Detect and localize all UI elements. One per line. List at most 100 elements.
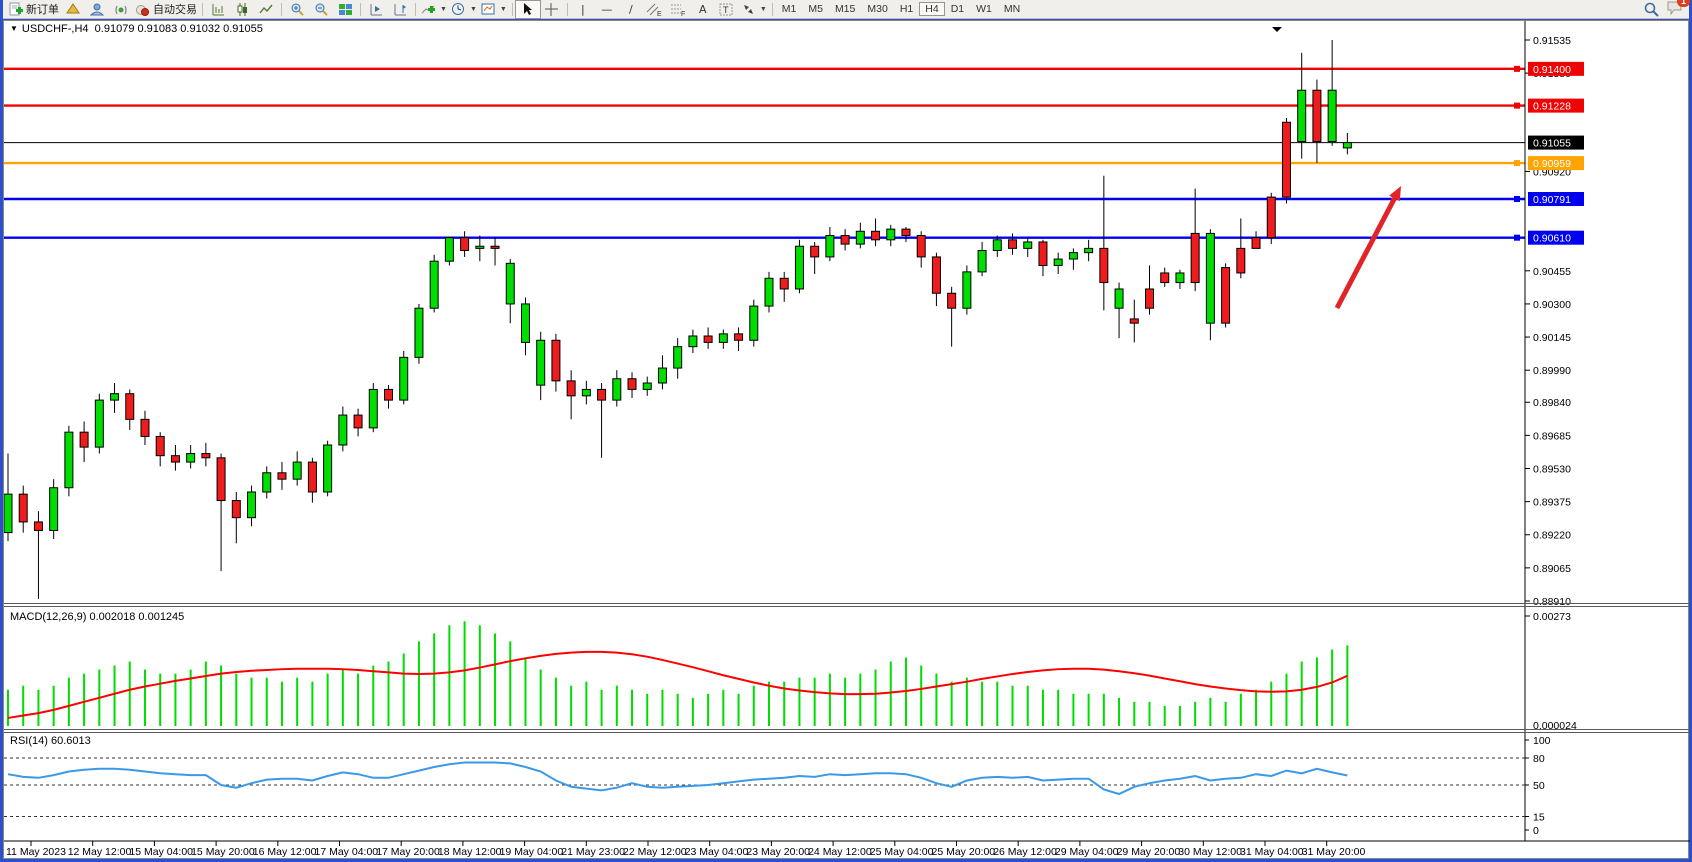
candle-body: [811, 246, 819, 257]
candle-body: [917, 236, 925, 257]
styles-button[interactable]: [61, 1, 85, 18]
indicators-icon: [421, 2, 436, 17]
candle-body: [476, 246, 484, 248]
price-tick-label: 0.89990: [1533, 365, 1571, 377]
label-tool-button[interactable]: T: [715, 1, 739, 18]
candle-body: [1237, 248, 1245, 273]
time-tick-label: 23 May 04:00: [685, 846, 749, 858]
line-handle[interactable]: [1514, 196, 1520, 202]
notifications-button[interactable]: 1: [1667, 0, 1683, 20]
candle-body: [1039, 242, 1047, 266]
candle-body: [902, 229, 910, 235]
indicators-button[interactable]: ▼: [419, 1, 449, 18]
line-handle[interactable]: [1514, 103, 1520, 109]
price-tick-label: 0.91535: [1533, 35, 1571, 47]
timeframe-button-mn[interactable]: MN: [998, 2, 1026, 16]
timeframe-button-d1[interactable]: D1: [945, 2, 970, 16]
text-tool-button[interactable]: A: [691, 1, 715, 18]
rsi-tick-label: 15: [1533, 812, 1545, 824]
price-tick-label: 0.90455: [1533, 266, 1571, 278]
svg-text:F: F: [681, 11, 685, 17]
vertical-line-tool-button[interactable]: |: [571, 1, 595, 18]
periods-button[interactable]: ▼: [449, 1, 479, 18]
price-tick-label: 0.89530: [1533, 463, 1571, 475]
candle-body: [582, 389, 590, 395]
candle-body: [978, 251, 986, 272]
toolbar-separator: [512, 3, 513, 16]
chevron-down-icon: ▼: [760, 6, 767, 13]
line-chart-button[interactable]: [254, 1, 278, 18]
tile-windows-button[interactable]: [333, 1, 357, 18]
timeframe-button-w1[interactable]: W1: [970, 2, 998, 16]
chevron-down-icon: ▼: [470, 6, 477, 13]
candle-body: [156, 436, 164, 455]
timeframe-button-m30[interactable]: M30: [861, 2, 893, 16]
candle-body: [111, 394, 119, 400]
search-icon[interactable]: [1644, 2, 1659, 17]
time-tick-label: 25 May 20:00: [932, 846, 996, 858]
candlestick-chart-icon: [235, 2, 250, 17]
price-badge-label: 0.91400: [1533, 64, 1571, 76]
trendline-tool-button[interactable]: /: [619, 1, 643, 18]
candle-body: [324, 445, 332, 492]
signal-icon: [114, 2, 129, 17]
profile-button[interactable]: [85, 1, 109, 18]
price-tick-label: 0.89685: [1533, 430, 1571, 442]
auto-scroll-button[interactable]: [364, 1, 388, 18]
arrows-tool-button[interactable]: ▼: [739, 1, 769, 18]
line-handle[interactable]: [1514, 235, 1520, 241]
time-tick-label: 12 May 12:00: [68, 846, 132, 858]
cursor-tool-button[interactable]: [516, 1, 540, 18]
candle-body: [1252, 238, 1260, 249]
candle-body: [1161, 273, 1169, 283]
horizontal-line-tool-button[interactable]: —: [595, 1, 619, 18]
crosshair-tool-button[interactable]: [540, 1, 564, 18]
timeframe-button-m1[interactable]: M1: [776, 2, 803, 16]
line-handle[interactable]: [1514, 160, 1520, 166]
cursor-icon: [520, 2, 535, 17]
candle-body: [1328, 90, 1336, 141]
autotrading-button[interactable]: 自动交易: [133, 1, 199, 18]
chart-shift-button[interactable]: [388, 1, 412, 18]
candle-body: [948, 293, 956, 308]
candle-body: [1222, 268, 1230, 324]
candle-body: [354, 415, 362, 428]
candle-body: [1009, 240, 1017, 249]
timeframe-button-h4[interactable]: H4: [919, 2, 944, 16]
annotation-arrow[interactable]: [1337, 198, 1394, 308]
candle-body: [4, 494, 12, 532]
new-order-button[interactable]: 新订单: [6, 1, 61, 18]
candle-body: [750, 306, 758, 340]
candle-body: [872, 231, 880, 240]
price-badge-label: 0.91228: [1533, 101, 1571, 113]
zoom-out-button[interactable]: [309, 1, 333, 18]
scroll-end-marker[interactable]: [1272, 27, 1282, 32]
candle-body: [430, 261, 438, 308]
chart-canvas[interactable]: 0.915350.913800.909200.904550.903000.901…: [4, 21, 1690, 860]
rsi-line: [8, 763, 1347, 795]
channel-tool-button[interactable]: E: [643, 1, 667, 18]
timeframe-button-m15[interactable]: M15: [829, 2, 861, 16]
candlestick-chart-button[interactable]: [230, 1, 254, 18]
svg-text:T: T: [723, 5, 729, 15]
line-handle[interactable]: [1514, 66, 1520, 72]
candle-body: [780, 278, 788, 289]
candle-body: [1343, 143, 1351, 148]
templates-button[interactable]: ▼: [479, 1, 509, 18]
timeframe-button-h1[interactable]: H1: [894, 2, 919, 16]
candle-body: [491, 246, 499, 248]
signals-button[interactable]: [109, 1, 133, 18]
timeframe-group: M1M5M15M30H1H4D1W1MN: [776, 2, 1026, 16]
bar-chart-button[interactable]: [206, 1, 230, 18]
candle-body: [795, 246, 803, 289]
timeframe-button-m5[interactable]: M5: [802, 2, 829, 16]
time-tick-label: 23 May 20:00: [746, 846, 810, 858]
candle-body: [126, 394, 134, 420]
candle-body: [232, 501, 240, 518]
candle-body: [887, 229, 895, 240]
price-badge-label: 0.90610: [1533, 233, 1571, 245]
candle-body: [339, 415, 347, 445]
candle-body: [95, 400, 103, 447]
zoom-in-button[interactable]: [285, 1, 309, 18]
fibonacci-tool-button[interactable]: F: [667, 1, 691, 18]
